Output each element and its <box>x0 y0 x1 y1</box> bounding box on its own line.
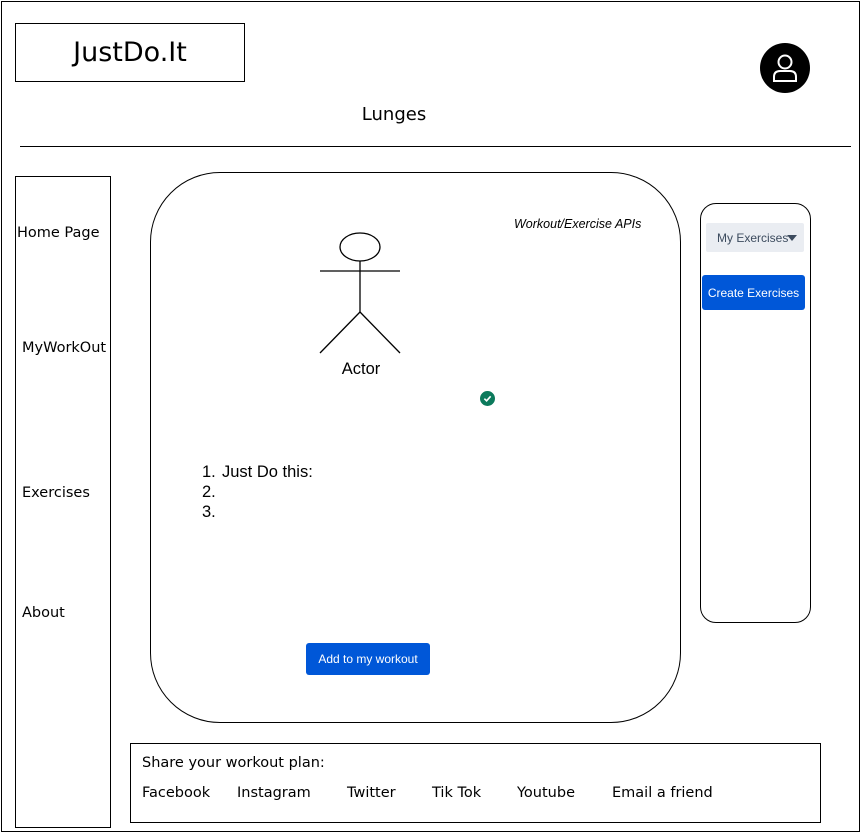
add-to-workout-button[interactable]: Add to my workout <box>306 643 430 675</box>
page-title: Lunges <box>361 104 427 125</box>
step-item: 1. Just Do this: <box>202 463 313 481</box>
logo[interactable]: JustDo.It <box>15 23 245 82</box>
step-text: Just Do this: <box>222 463 313 481</box>
sidebar-item-myworkout[interactable]: MyWorkOut <box>22 340 106 356</box>
chevron-down-icon <box>787 235 797 241</box>
sidebar-item-exercises[interactable]: Exercises <box>22 485 90 501</box>
exercise-card <box>150 172 681 723</box>
logo-text: JustDo.It <box>73 37 187 68</box>
api-label: Workout/Exercise APIs <box>514 217 642 231</box>
sidebar-item-about[interactable]: About <box>22 605 65 621</box>
dropdown-value: My Exercises <box>717 230 789 245</box>
right-panel <box>700 203 811 623</box>
actor-figure <box>319 232 401 354</box>
share-link-youtube[interactable]: Youtube <box>517 785 575 801</box>
share-link-twitter[interactable]: Twitter <box>347 785 396 801</box>
share-link-facebook[interactable]: Facebook <box>142 785 210 801</box>
share-link-tiktok[interactable]: Tik Tok <box>432 785 481 801</box>
header-divider <box>20 146 851 147</box>
step-item: 2. <box>202 483 216 501</box>
share-link-instagram[interactable]: Instagram <box>237 785 311 801</box>
sidebar <box>15 176 111 828</box>
create-exercises-button[interactable]: Create Exercises <box>702 275 805 310</box>
check-circle-icon <box>480 391 495 406</box>
avatar[interactable] <box>760 43 810 93</box>
actor-label: Actor <box>341 360 381 378</box>
exercise-steps: 1. Just Do this: 2. 3. <box>202 462 313 522</box>
share-link-email[interactable]: Email a friend <box>612 785 713 801</box>
step-item: 3. <box>202 503 216 521</box>
share-label: Share your workout plan: <box>142 755 325 771</box>
sidebar-item-home-page[interactable]: Home Page <box>17 225 100 241</box>
user-icon <box>773 54 797 82</box>
